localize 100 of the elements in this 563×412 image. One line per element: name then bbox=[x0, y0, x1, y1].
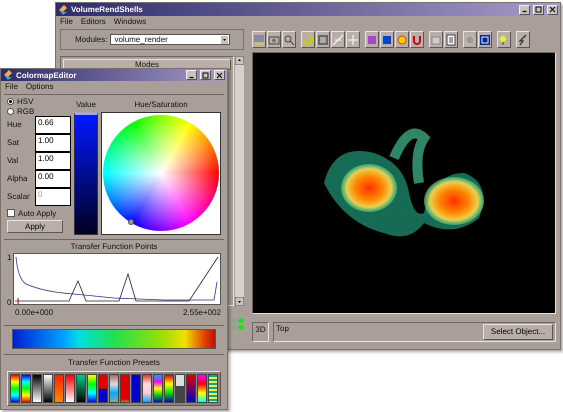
preset-swatch[interactable] bbox=[10, 374, 20, 403]
minimize-button[interactable] bbox=[186, 70, 197, 80]
minimize-button[interactable] bbox=[519, 4, 530, 14]
preset-swatch[interactable] bbox=[21, 374, 31, 403]
toolbar-button[interactable] bbox=[346, 31, 360, 48]
preset-swatch[interactable] bbox=[109, 374, 119, 403]
toolbar-button[interactable] bbox=[395, 31, 409, 48]
toolbar-button[interactable] bbox=[331, 31, 345, 48]
toolbar-button[interactable] bbox=[429, 31, 443, 48]
preset-swatch[interactable] bbox=[164, 374, 174, 403]
cross-icon bbox=[347, 34, 359, 46]
view-name: Top bbox=[276, 324, 289, 335]
dropdown-arrow-icon bbox=[221, 36, 228, 44]
preset-swatch[interactable] bbox=[98, 374, 108, 403]
apply-button[interactable]: Apply bbox=[7, 220, 63, 233]
preset-swatch[interactable] bbox=[197, 374, 207, 403]
select-object-button[interactable]: Select Object... bbox=[483, 324, 553, 340]
field-label: Sat bbox=[7, 138, 20, 148]
preset-swatch[interactable] bbox=[76, 374, 86, 403]
toolbar-button[interactable] bbox=[252, 31, 266, 48]
input-field[interactable]: 1.00 bbox=[35, 152, 71, 170]
maximize-icon bbox=[535, 6, 542, 13]
menu-item[interactable]: Windows bbox=[114, 17, 146, 26]
menu-item[interactable]: File bbox=[60, 17, 73, 26]
toolbar-button[interactable] bbox=[301, 31, 315, 48]
close-button[interactable] bbox=[214, 70, 225, 80]
wheel-marker-icon[interactable] bbox=[128, 219, 134, 226]
maximize-button[interactable] bbox=[200, 70, 211, 80]
scrollbar[interactable] bbox=[235, 56, 244, 306]
color-wheel[interactable] bbox=[103, 115, 219, 232]
magnet-icon bbox=[411, 34, 423, 46]
field-label: Scalar bbox=[7, 192, 30, 202]
value-gradient-bar[interactable] bbox=[74, 112, 98, 236]
preset-swatch[interactable] bbox=[175, 374, 185, 403]
axis-label: 0 bbox=[7, 298, 12, 308]
scroll-down-icon bbox=[235, 297, 244, 306]
magnifier-icon bbox=[283, 34, 295, 46]
menu-item[interactable]: Editors bbox=[80, 17, 106, 26]
gear-icon bbox=[464, 34, 476, 46]
maximize-icon bbox=[202, 72, 209, 79]
document-icon bbox=[445, 34, 457, 46]
menu-item[interactable]: File bbox=[5, 82, 18, 92]
preset-swatch[interactable] bbox=[32, 374, 42, 403]
app-logo-icon bbox=[58, 4, 68, 14]
toolbar-button[interactable] bbox=[463, 31, 477, 48]
camera-icon bbox=[268, 34, 280, 46]
toolbar-button[interactable] bbox=[316, 31, 330, 48]
toolbar-button[interactable] bbox=[365, 31, 379, 48]
status-light-icon bbox=[232, 325, 244, 330]
frame-icon bbox=[317, 34, 329, 46]
preset-swatch[interactable] bbox=[153, 374, 163, 403]
radio-button-icon[interactable] bbox=[7, 108, 14, 115]
radio-label: HSV bbox=[17, 97, 34, 107]
preset-swatch[interactable] bbox=[54, 374, 64, 403]
preset-swatch[interactable] bbox=[208, 374, 218, 403]
preset-swatch[interactable] bbox=[87, 374, 97, 403]
square-icon bbox=[381, 34, 393, 46]
close-icon bbox=[216, 72, 223, 79]
radio-button-icon[interactable] bbox=[7, 98, 14, 106]
status-light-icon bbox=[232, 318, 244, 323]
input-field[interactable]: 0.66 bbox=[35, 116, 71, 134]
lightning-icon bbox=[517, 34, 529, 46]
toolbar-button[interactable] bbox=[380, 31, 394, 48]
checkbox-icon[interactable] bbox=[7, 209, 15, 218]
app-logo-icon bbox=[3, 70, 13, 80]
scroll-up-icon bbox=[235, 56, 244, 65]
axis-label: 0.00e+000 bbox=[15, 308, 54, 318]
input-field[interactable]: 0.00 bbox=[35, 170, 71, 188]
section-title: Transfer Function Points bbox=[70, 242, 158, 252]
preset-swatch[interactable] bbox=[120, 374, 130, 403]
input-field[interactable]: 1.00 bbox=[35, 134, 71, 152]
preset-swatch[interactable] bbox=[186, 374, 196, 403]
toolbar-button[interactable] bbox=[410, 31, 424, 48]
axis-label: 2.55e+002 bbox=[182, 308, 221, 318]
toolbar-button[interactable] bbox=[497, 31, 511, 48]
value-label: Value bbox=[76, 100, 96, 110]
preset-swatch[interactable] bbox=[43, 374, 53, 403]
toolbar-button[interactable] bbox=[478, 31, 492, 48]
window-title: VolumeRendShells bbox=[71, 4, 144, 14]
close-button[interactable] bbox=[547, 4, 558, 14]
toolbar-button[interactable] bbox=[516, 31, 530, 48]
target-icon bbox=[479, 34, 491, 46]
field-label: Alpha bbox=[7, 174, 28, 184]
modules-dropdown[interactable]: volume_render bbox=[110, 34, 230, 45]
sun-icon bbox=[396, 34, 408, 46]
maximize-button[interactable] bbox=[533, 4, 544, 14]
toolbar-button[interactable] bbox=[282, 31, 296, 48]
preset-swatch[interactable] bbox=[65, 374, 75, 403]
field-label: Val bbox=[7, 156, 18, 166]
section-title: Transfer Function Presets bbox=[68, 358, 160, 367]
preset-swatch[interactable] bbox=[142, 374, 152, 403]
toolbar-button[interactable] bbox=[444, 31, 458, 48]
menu-item[interactable]: Options bbox=[26, 82, 54, 92]
view-mode-indicator: 3D bbox=[252, 322, 269, 342]
cube-icon bbox=[366, 34, 378, 46]
toolbar-button[interactable] bbox=[267, 31, 281, 48]
close-icon bbox=[549, 6, 556, 13]
window-title: ColormapEditor bbox=[16, 70, 78, 80]
preset-swatch[interactable] bbox=[131, 374, 141, 403]
monitor-icon bbox=[253, 34, 265, 46]
